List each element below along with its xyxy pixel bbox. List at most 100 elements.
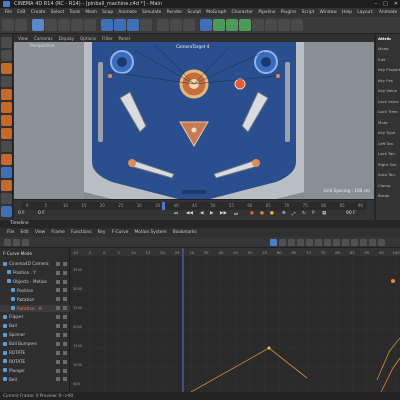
list-item[interactable]: ROTATE xyxy=(0,349,70,357)
menu-mograph[interactable]: MoGraph xyxy=(204,10,229,15)
polygons-mode-icon[interactable] xyxy=(1,115,12,126)
tw-menu-motion-system[interactable]: Motion System xyxy=(131,230,169,235)
zero-angle-icon[interactable] xyxy=(342,239,349,246)
minimize-button[interactable]: – xyxy=(375,0,378,8)
texture-mode-icon[interactable] xyxy=(1,63,12,74)
camera-icon[interactable] xyxy=(278,19,290,31)
linear-icon[interactable] xyxy=(288,239,295,246)
lock-toggle-icon[interactable] xyxy=(63,261,67,266)
visibility-toggle-icon[interactable] xyxy=(56,270,60,275)
workplane-lock-icon[interactable] xyxy=(1,180,12,191)
tw-menu-bookmarks[interactable]: Bookmarks xyxy=(170,230,200,235)
coordinate-system-icon[interactable] xyxy=(140,19,152,31)
close-button[interactable]: ✕ xyxy=(394,0,398,8)
viewport[interactable] xyxy=(14,42,374,199)
model-mode-icon[interactable] xyxy=(1,50,12,61)
lock-toggle-icon[interactable] xyxy=(63,306,67,311)
list-item[interactable]: Spinner xyxy=(0,331,70,339)
points-mode-icon[interactable] xyxy=(1,89,12,100)
play-icon[interactable]: ▶ xyxy=(210,211,213,219)
menu-mesh[interactable]: Mesh xyxy=(83,10,100,15)
menu-file[interactable]: File xyxy=(2,10,15,15)
y-axis-icon[interactable] xyxy=(114,19,126,31)
fcurve-mode-icon[interactable] xyxy=(13,239,20,246)
recent-tools-icon[interactable] xyxy=(84,19,96,31)
attribute-row[interactable]: Right Tan. xyxy=(378,162,397,167)
autokey-icon[interactable]: ● xyxy=(260,211,264,219)
menu-render[interactable]: Render xyxy=(164,10,185,15)
array-icon[interactable] xyxy=(239,19,251,31)
x-axis-icon[interactable] xyxy=(101,19,113,31)
tweak-mode-icon[interactable] xyxy=(1,141,12,152)
zero-length-icon[interactable] xyxy=(351,239,358,246)
tw-menu-key[interactable]: Key xyxy=(95,230,109,235)
fcurve-svg[interactable]: -10 -5 0 5 10 15 20 25 30 35 40 45 50 55 60 65 70 75 80 85 9… xyxy=(71,248,400,392)
menu-create[interactable]: Create xyxy=(28,10,48,15)
goto-start-icon[interactable]: ⏮ xyxy=(174,211,180,219)
list-item[interactable]: Ball xyxy=(0,322,70,330)
list-item[interactable]: Cinema4D Camera xyxy=(0,260,70,268)
viewport-menu-display[interactable]: Display xyxy=(59,36,74,41)
visibility-toggle-icon[interactable] xyxy=(56,297,60,302)
tw-menu-view[interactable]: View xyxy=(32,230,48,235)
visibility-toggle-icon[interactable] xyxy=(56,306,60,311)
render-picture-viewer-icon[interactable] xyxy=(170,19,182,31)
frame-selected-icon[interactable] xyxy=(279,239,286,246)
light-icon[interactable] xyxy=(291,19,303,31)
visibility-toggle-icon[interactable] xyxy=(56,315,60,320)
lock-toggle-icon[interactable] xyxy=(63,377,67,382)
list-item[interactable]: Plunger xyxy=(0,367,70,375)
lock-toggle-icon[interactable] xyxy=(63,368,67,373)
menu-help[interactable]: Help xyxy=(339,10,354,15)
attribute-row[interactable]: Auto Tan. xyxy=(378,172,396,177)
scale-key-icon[interactable]: ⤢ xyxy=(292,211,296,219)
menu-simulate[interactable]: Simulate xyxy=(139,10,164,15)
attribute-row[interactable]: Lock Time xyxy=(378,109,398,114)
menu-animate[interactable]: Animate xyxy=(116,10,140,15)
deformer-icon[interactable] xyxy=(252,19,264,31)
live-selection-icon[interactable] xyxy=(32,19,44,31)
spline-icon[interactable] xyxy=(306,239,313,246)
attribute-row[interactable]: Key Pos xyxy=(378,78,393,83)
ease-both-icon[interactable] xyxy=(333,239,340,246)
attribute-row[interactable]: Key Properties xyxy=(378,67,400,72)
pla-key-icon[interactable]: ▦ xyxy=(322,211,326,219)
prev-key-icon[interactable]: ◀◀ xyxy=(186,211,193,219)
visibility-toggle-icon[interactable] xyxy=(56,279,60,284)
viewport-menu-options[interactable]: Options xyxy=(80,36,96,41)
visibility-toggle-icon[interactable] xyxy=(56,332,60,337)
keyframe-selection-icon[interactable]: ● xyxy=(270,211,274,219)
attribute-row[interactable]: Mode xyxy=(378,46,389,51)
list-item[interactable]: Flipper xyxy=(0,313,70,321)
goto-end-icon[interactable]: ⏭ xyxy=(234,211,238,219)
list-item[interactable]: Ball Bumpers xyxy=(0,340,70,348)
attribute-row[interactable]: Break xyxy=(378,193,389,198)
position-key-icon[interactable]: ✥ xyxy=(282,211,286,219)
tw-menu-functions[interactable]: Functions xyxy=(68,230,95,235)
lock-toggle-icon[interactable] xyxy=(63,315,67,320)
scale-icon[interactable] xyxy=(58,19,70,31)
motion-mode-icon[interactable] xyxy=(22,239,29,246)
frame-all-icon[interactable] xyxy=(270,239,277,246)
step-icon[interactable] xyxy=(297,239,304,246)
layout-select[interactable]: Animate xyxy=(376,10,400,15)
visibility-toggle-icon[interactable] xyxy=(56,377,60,382)
lock-toggle-icon[interactable] xyxy=(63,288,67,293)
render-view-icon[interactable] xyxy=(157,19,169,31)
lock-toggle-icon[interactable] xyxy=(63,324,67,329)
record-icon[interactable]: ● xyxy=(250,211,254,219)
redo-icon[interactable] xyxy=(15,19,27,31)
spline-pen-icon[interactable] xyxy=(213,19,225,31)
undo-icon[interactable] xyxy=(2,19,14,31)
lock-toggle-icon[interactable] xyxy=(63,270,67,275)
visibility-toggle-icon[interactable] xyxy=(56,350,60,355)
end-frame-field[interactable]: 90 F xyxy=(346,211,356,219)
menu-plugins[interactable]: Plugins xyxy=(278,10,299,15)
play-reverse-icon[interactable]: ◀ xyxy=(200,211,203,219)
list-item[interactable]: Objects - Motion xyxy=(0,278,70,286)
lock-toggle-icon[interactable] xyxy=(63,359,67,364)
break-tangent-icon[interactable] xyxy=(369,239,376,246)
solo-icon[interactable] xyxy=(1,193,12,204)
attribute-row[interactable]: Lock Value xyxy=(378,99,399,104)
list-item[interactable]: Position . Y xyxy=(0,269,70,277)
